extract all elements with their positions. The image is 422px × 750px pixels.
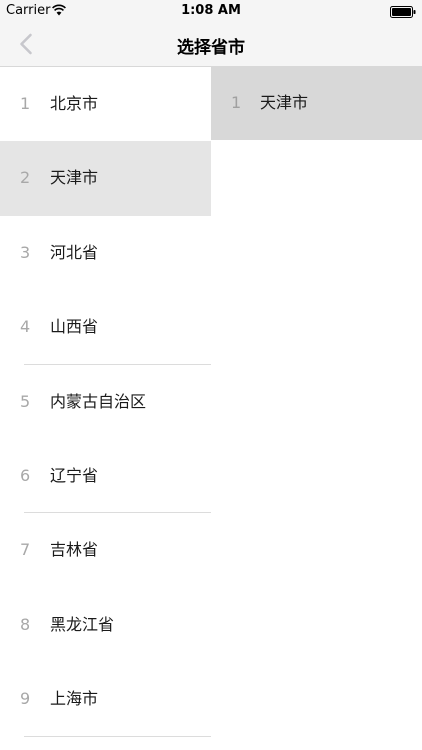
row-index: 1 xyxy=(231,93,242,112)
row-index: 8 xyxy=(20,614,31,634)
province-label: 山西省 xyxy=(50,317,99,337)
province-label: 内蒙古自治区 xyxy=(50,391,147,411)
row-index: 9 xyxy=(20,689,31,709)
page-title: 选择省市 xyxy=(177,38,245,58)
province-row-1[interactable]: 1 北京市 xyxy=(0,67,211,142)
province-row-6[interactable]: 6 辽宁省 xyxy=(0,438,211,514)
row-index: 3 xyxy=(20,242,31,262)
province-row-7[interactable]: 7 吉林省 xyxy=(0,513,211,588)
row-divider xyxy=(24,735,211,737)
row-index: 7 xyxy=(20,540,31,560)
province-row-9[interactable]: 9 上海市 xyxy=(0,662,211,737)
row-index: 1 xyxy=(20,94,31,113)
city-label: 天津市 xyxy=(260,93,309,112)
province-row-2-selected[interactable]: 2 天津市 xyxy=(0,141,211,216)
province-row-3[interactable]: 3 河北省 xyxy=(0,215,211,291)
nav-bar: 选择省市 xyxy=(0,22,422,67)
status-time: 1:08 AM xyxy=(181,3,241,18)
row-index: 5 xyxy=(20,391,31,411)
province-label: 黑龙江省 xyxy=(50,614,115,634)
row-index: 6 xyxy=(20,465,31,485)
province-label: 天津市 xyxy=(50,168,99,188)
province-label: 上海市 xyxy=(50,689,99,709)
city-row-1[interactable]: 1 天津市 xyxy=(211,66,422,140)
city-list[interactable]: 1 天津市 xyxy=(211,66,422,750)
province-list[interactable]: 1 北京市 2 天津市 3 河北省 4 山西省 5 内蒙古自治区 6 辽宁省 7… xyxy=(0,67,211,750)
province-label: 吉林省 xyxy=(50,540,99,560)
province-label: 河北省 xyxy=(50,242,99,262)
status-bar: Carrier 1:08 AM xyxy=(0,0,422,22)
row-index: 4 xyxy=(20,317,31,337)
province-row-5[interactable]: 5 内蒙古自治区 xyxy=(0,364,211,439)
province-row-4[interactable]: 4 山西省 xyxy=(0,290,211,365)
province-label: 辽宁省 xyxy=(50,465,99,485)
row-index: 2 xyxy=(20,168,31,188)
battery-icon xyxy=(390,6,416,18)
province-row-8[interactable]: 8 黑龙江省 xyxy=(0,587,211,663)
province-label: 北京市 xyxy=(50,94,99,113)
